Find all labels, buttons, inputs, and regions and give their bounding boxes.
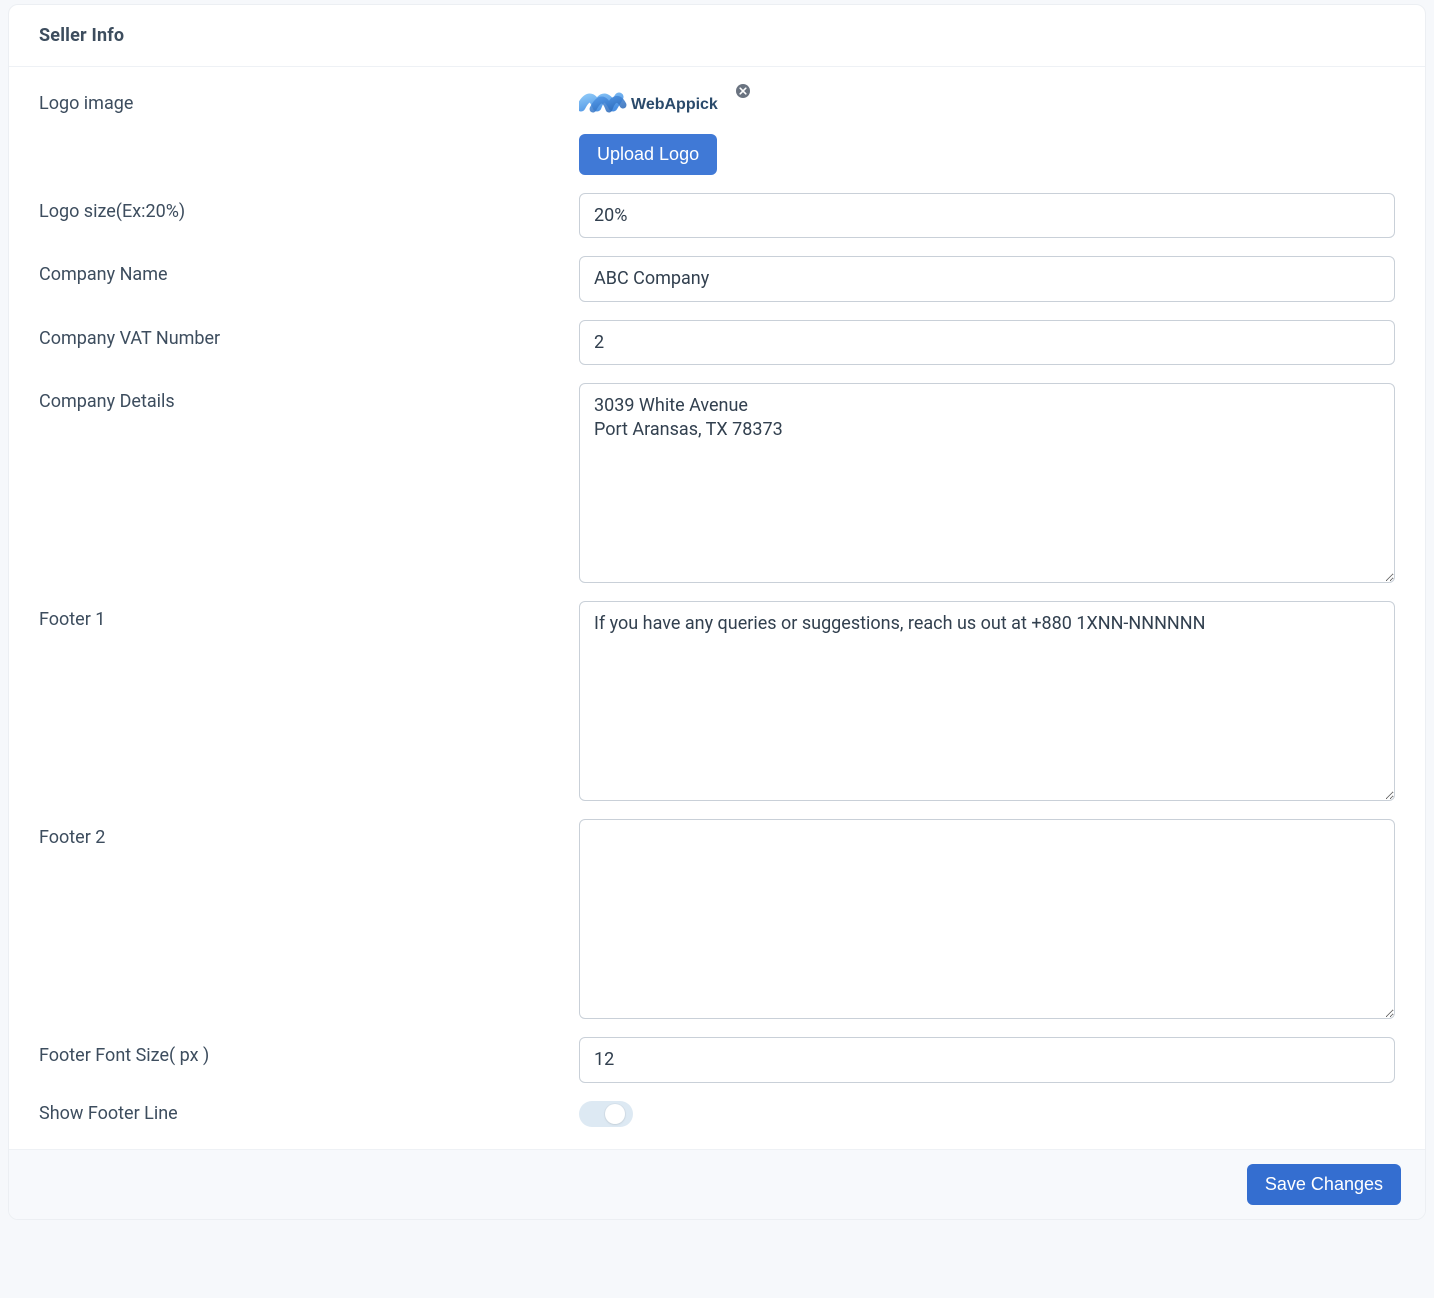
remove-logo-icon[interactable] [735,83,751,99]
card-body: Logo image [9,67,1425,1149]
footer1-textarea[interactable] [579,601,1395,801]
company-details-textarea[interactable] [579,383,1395,583]
upload-logo-button[interactable]: Upload Logo [579,134,717,175]
row-footer-1: Footer 1 [39,601,1395,801]
toggle-knob [605,1104,625,1124]
label-footer-2: Footer 2 [39,819,559,848]
card-header: Seller Info [9,5,1425,67]
logo-image-box: WebAppick [579,89,731,119]
save-changes-button[interactable]: Save Changes [1247,1164,1401,1205]
seller-info-card: Seller Info Logo image [8,4,1426,1220]
row-logo-size: Logo size(Ex:20%) [39,193,1395,238]
logo-preview: WebAppick [579,85,731,134]
footer-font-size-input[interactable] [579,1037,1395,1082]
company-vat-input[interactable] [579,320,1395,365]
card-footer: Save Changes [9,1149,1425,1219]
label-show-footer-line: Show Footer Line [39,1101,559,1124]
section-title: Seller Info [39,25,1395,46]
label-footer-1: Footer 1 [39,601,559,630]
row-footer-font-size: Footer Font Size( px ) [39,1037,1395,1082]
row-show-footer-line: Show Footer Line [39,1101,1395,1127]
label-logo-size: Logo size(Ex:20%) [39,193,559,222]
company-name-input[interactable] [579,256,1395,301]
row-company-name: Company Name [39,256,1395,301]
show-footer-line-toggle[interactable] [579,1101,633,1127]
label-company-name: Company Name [39,256,559,285]
logo-image: WebAppick [579,89,731,119]
row-company-vat: Company VAT Number [39,320,1395,365]
logo-size-input[interactable] [579,193,1395,238]
logo-text: WebAppick [631,96,718,113]
row-footer-2: Footer 2 [39,819,1395,1019]
label-company-vat: Company VAT Number [39,320,559,349]
row-company-details: Company Details [39,383,1395,583]
label-company-details: Company Details [39,383,559,412]
row-logo-image: Logo image [39,85,1395,175]
label-footer-font-size: Footer Font Size( px ) [39,1037,559,1066]
label-logo-image: Logo image [39,85,559,114]
footer2-textarea[interactable] [579,819,1395,1019]
